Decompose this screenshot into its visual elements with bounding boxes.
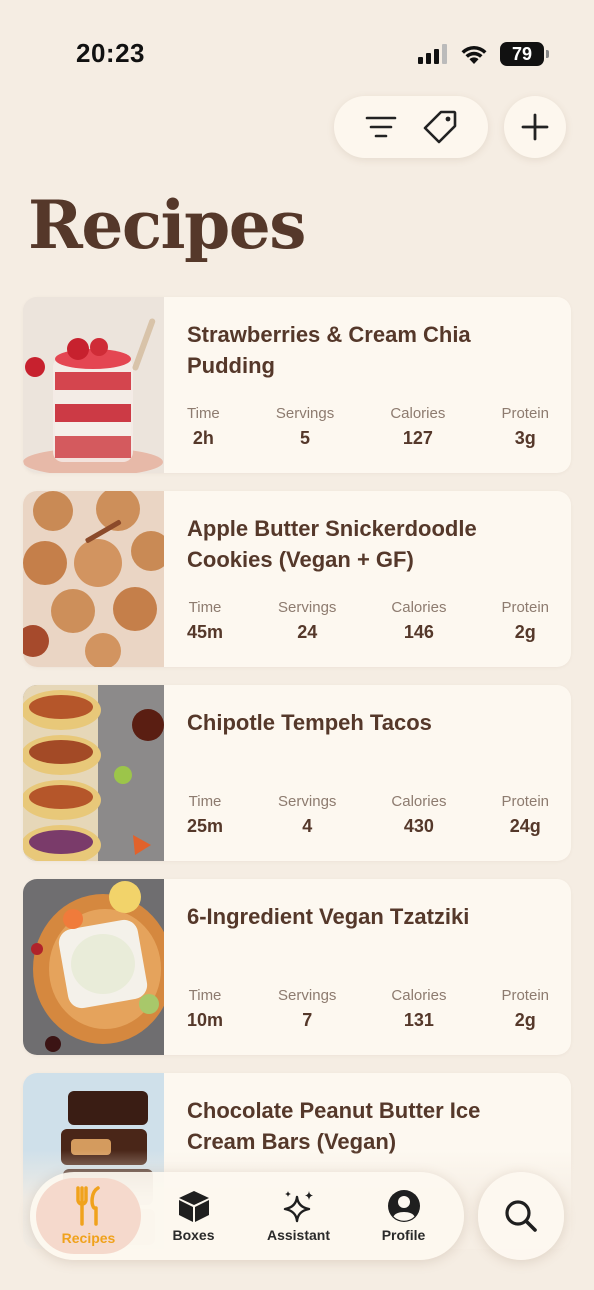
- calories-label: Calories: [390, 405, 446, 422]
- time-value: 25m: [187, 816, 224, 836]
- recipe-card[interactable]: Chipotle Tempeh Tacos Time 25m Servings 4 …: [23, 685, 571, 861]
- recipe-image-chia-pudding: [23, 297, 164, 473]
- tag-icon[interactable]: [422, 109, 458, 145]
- recipe-title: Strawberries & Cream Chia Pudding: [187, 322, 471, 378]
- recipe-stats: Time 2h Servings 5 Calories 127 Protein 3g: [187, 405, 549, 449]
- recipe-card[interactable]: Strawberries & Cream Chia Pudding Time 2h…: [23, 297, 571, 473]
- protein-value: 3g: [514, 428, 536, 448]
- battery-indicator: 79: [500, 42, 549, 66]
- time-label: Time: [188, 987, 222, 1004]
- fork-knife-icon: [75, 1186, 100, 1226]
- signal-icon: [418, 44, 447, 64]
- status-bar: 20:23 79: [0, 0, 594, 100]
- protein-value: 2g: [514, 1010, 536, 1030]
- tab-label: Profile: [381, 1227, 426, 1243]
- tab-profile[interactable]: Profile: [351, 1178, 456, 1254]
- protein-value: 24g: [509, 816, 541, 836]
- calories-value: 430: [403, 816, 434, 836]
- person-circle-icon: [387, 1190, 420, 1222]
- servings-value: 24: [297, 622, 318, 642]
- time-value: 45m: [187, 622, 224, 642]
- recipe-title: 6-Ingredient Vegan Tzatziki: [187, 904, 470, 929]
- tab-label: Recipes: [61, 1230, 116, 1246]
- recipe-title: Chocolate Peanut Butter Ice Cream Bars (…: [187, 1098, 481, 1154]
- time-value: 2h: [192, 428, 214, 448]
- recipe-stats: Time 45m Servings 24 Calories 146 Protein 2g: [187, 599, 549, 643]
- filter-tag-group: [334, 96, 488, 158]
- servings-value: 7: [302, 1010, 313, 1030]
- time-value: 10m: [187, 1010, 224, 1030]
- top-actions: [334, 96, 566, 158]
- search-button[interactable]: [478, 1172, 564, 1260]
- servings-label: Servings: [278, 987, 337, 1004]
- servings-value: 5: [300, 428, 311, 448]
- tab-recipes[interactable]: Recipes: [36, 1178, 141, 1254]
- search-icon: [505, 1200, 537, 1232]
- time-label: Time: [188, 793, 222, 810]
- sparkles-icon: [283, 1191, 313, 1223]
- protein-label: Protein: [501, 405, 549, 422]
- calories-value: 131: [403, 1010, 434, 1030]
- page-title: Recipes: [28, 186, 306, 264]
- calories-label: Calories: [391, 793, 447, 810]
- protein-label: Protein: [501, 987, 549, 1004]
- box-icon: [178, 1191, 209, 1222]
- protein-label: Protein: [501, 793, 549, 810]
- tab-label: Boxes: [172, 1227, 215, 1243]
- protein-label: Protein: [501, 599, 549, 616]
- status-time: 20:23: [76, 38, 145, 68]
- wifi-icon: [461, 45, 487, 64]
- add-recipe-button[interactable]: [504, 96, 566, 158]
- servings-value: 4: [302, 816, 313, 836]
- recipe-stats: Time 25m Servings 4 Calories 430 Protein 24g: [187, 793, 549, 837]
- status-icons: 79: [418, 42, 549, 66]
- time-label: Time: [187, 405, 220, 422]
- servings-label: Servings: [275, 405, 335, 422]
- servings-label: Servings: [278, 599, 337, 616]
- tab-label: Assistant: [266, 1227, 331, 1243]
- recipe-list: Strawberries & Cream Chia Pudding Time 2h…: [23, 297, 571, 1267]
- tab-boxes[interactable]: Boxes: [141, 1178, 246, 1254]
- tab-bar: Recipes Boxes Assistant Profile: [30, 1172, 464, 1260]
- calories-label: Calories: [391, 987, 447, 1004]
- calories-value: 127: [402, 428, 433, 448]
- plus-icon: [521, 113, 549, 141]
- calories-value: 146: [403, 622, 434, 642]
- protein-value: 2g: [514, 622, 536, 642]
- tab-assistant[interactable]: Assistant: [246, 1178, 351, 1254]
- recipe-image-snickerdoodle: [23, 491, 164, 667]
- time-label: Time: [188, 599, 222, 616]
- recipe-image-tempeh-tacos: [23, 685, 164, 861]
- filter-icon[interactable]: [365, 115, 397, 139]
- recipe-stats: Time 10m Servings 7 Calories 131 Protein 2g: [187, 987, 549, 1031]
- recipe-image-tzatziki: [23, 879, 164, 1055]
- recipe-card[interactable]: 6-Ingredient Vegan Tzatziki Time 10m Serv…: [23, 879, 571, 1055]
- recipe-title: Apple Butter Snickerdoodle Cookies (Vega…: [187, 516, 477, 572]
- recipe-title: Chipotle Tempeh Tacos: [187, 710, 432, 735]
- servings-label: Servings: [278, 793, 337, 810]
- calories-label: Calories: [391, 599, 447, 616]
- recipe-card[interactable]: Apple Butter Snickerdoodle Cookies (Vega…: [23, 491, 571, 667]
